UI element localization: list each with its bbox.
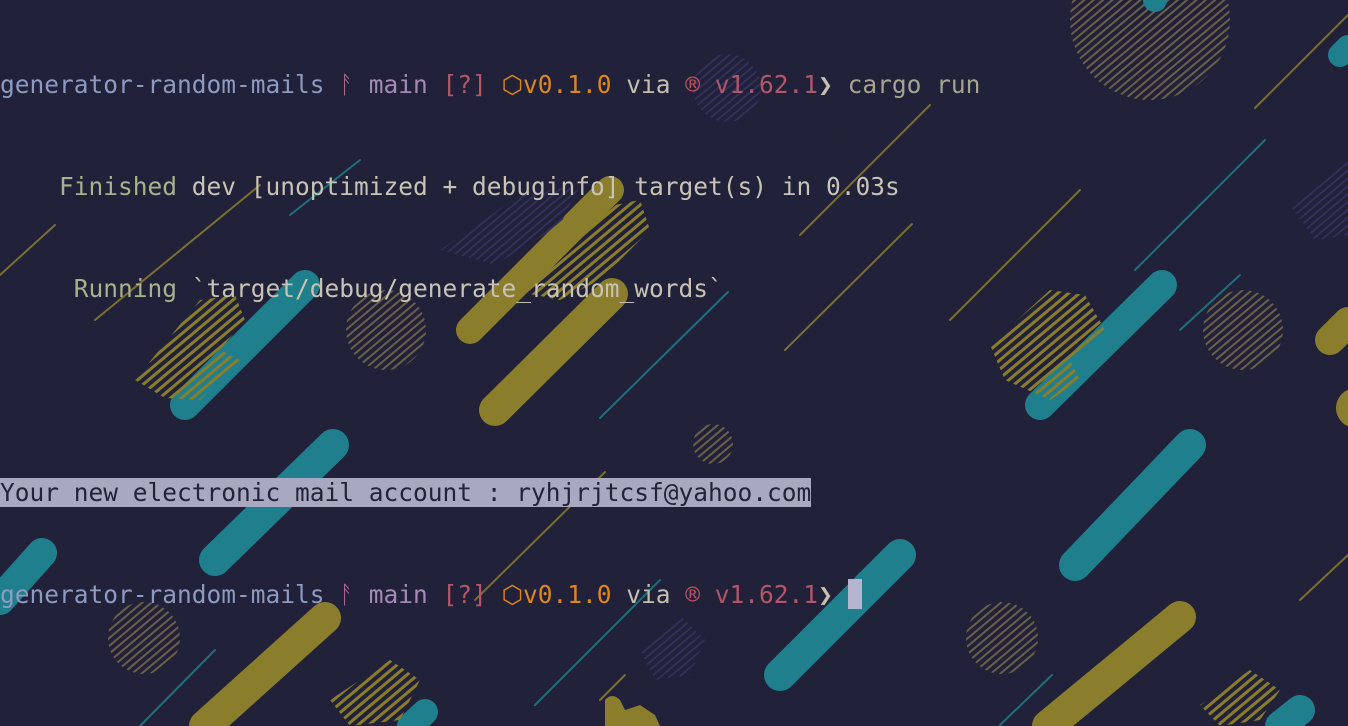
prompt-branch: main bbox=[368, 70, 428, 99]
prompt-via: via bbox=[626, 70, 671, 99]
finished-label: Finished bbox=[59, 172, 178, 201]
prompt-package-version: v0.1.0 bbox=[522, 70, 612, 99]
running-label: Running bbox=[73, 274, 178, 303]
text-cursor[interactable] bbox=[847, 579, 862, 609]
git-branch-icon: ᚨ bbox=[339, 70, 354, 99]
git-branch-icon: ᚨ bbox=[339, 580, 354, 609]
mouse-ibeam-cursor-icon: I bbox=[830, 128, 840, 147]
finished-text: dev [unoptimized + debuginfo] target(s) … bbox=[191, 172, 900, 201]
running-line: Running `target/debug/generate_random_wo… bbox=[0, 272, 1348, 306]
package-icon: ⬡ bbox=[501, 580, 523, 609]
prompt-branch: main bbox=[368, 580, 428, 609]
output-line: Your new electronic mail account : ryhjr… bbox=[0, 476, 1348, 510]
terminal-window[interactable]: generator-random-mails ᚨ main [?] ⬡v0.1.… bbox=[0, 0, 1348, 726]
prompt-git-status: [?] bbox=[442, 580, 487, 609]
rust-icon: ® bbox=[685, 580, 701, 609]
prompt-package-version: v0.1.0 bbox=[522, 580, 612, 609]
prompt-rust-version: v1.62.1 bbox=[714, 70, 819, 99]
prompt-line-2: generator-random-mails ᚨ main [?] ⬡v0.1.… bbox=[0, 578, 1348, 612]
prompt-arrow-icon: ❯ bbox=[818, 70, 833, 99]
command-text: cargo run bbox=[847, 70, 981, 99]
finished-line: Finished dev [unoptimized + debuginfo] t… bbox=[0, 170, 1348, 204]
program-output-selected[interactable]: Your new electronic mail account : ryhjr… bbox=[0, 478, 812, 507]
running-text: `target/debug/generate_random_words` bbox=[191, 274, 723, 303]
prompt-arrow-icon: ❯ bbox=[818, 580, 833, 609]
prompt-git-status: [?] bbox=[442, 70, 487, 99]
prompt-directory: generator-random-mails bbox=[0, 70, 325, 99]
prompt-rust-version: v1.62.1 bbox=[714, 580, 819, 609]
prompt-line-1: generator-random-mails ᚨ main [?] ⬡v0.1.… bbox=[0, 68, 1348, 102]
package-icon: ⬡ bbox=[501, 70, 523, 99]
prompt-directory: generator-random-mails bbox=[0, 580, 325, 609]
prompt-via: via bbox=[626, 580, 671, 609]
rust-icon: ® bbox=[685, 70, 701, 99]
